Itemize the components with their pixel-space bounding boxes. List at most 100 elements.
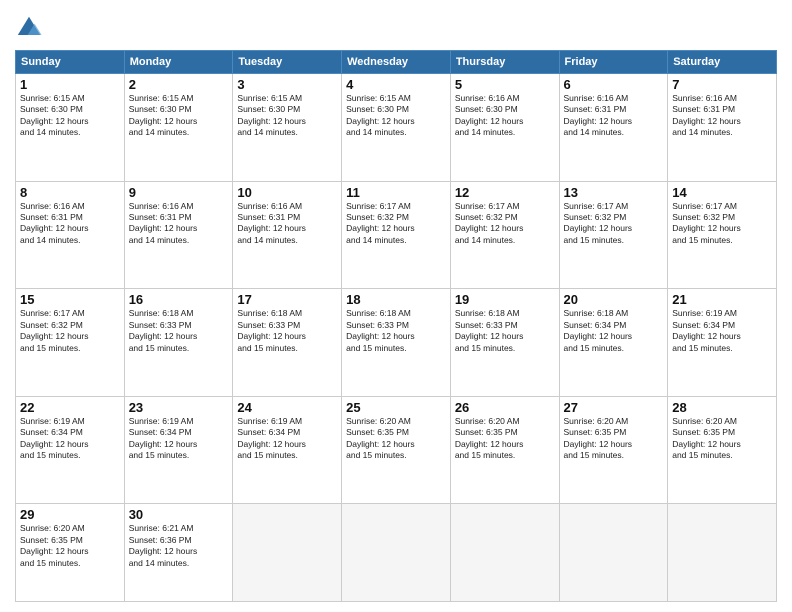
day-number: 27 (564, 400, 664, 415)
weekday-header-thursday: Thursday (450, 51, 559, 74)
day-number: 20 (564, 292, 664, 307)
calendar-cell: 2Sunrise: 6:15 AM Sunset: 6:30 PM Daylig… (124, 74, 233, 182)
calendar-cell: 23Sunrise: 6:19 AM Sunset: 6:34 PM Dayli… (124, 396, 233, 504)
day-info: Sunrise: 6:19 AM Sunset: 6:34 PM Dayligh… (129, 416, 229, 462)
day-info: Sunrise: 6:17 AM Sunset: 6:32 PM Dayligh… (564, 201, 664, 247)
day-info: Sunrise: 6:20 AM Sunset: 6:35 PM Dayligh… (346, 416, 446, 462)
day-info: Sunrise: 6:17 AM Sunset: 6:32 PM Dayligh… (20, 308, 120, 354)
day-number: 21 (672, 292, 772, 307)
day-info: Sunrise: 6:20 AM Sunset: 6:35 PM Dayligh… (20, 523, 120, 569)
calendar-cell: 10Sunrise: 6:16 AM Sunset: 6:31 PM Dayli… (233, 181, 342, 289)
day-number: 14 (672, 185, 772, 200)
calendar-cell (450, 504, 559, 602)
weekday-header-saturday: Saturday (668, 51, 777, 74)
calendar-cell: 4Sunrise: 6:15 AM Sunset: 6:30 PM Daylig… (342, 74, 451, 182)
day-number: 8 (20, 185, 120, 200)
day-info: Sunrise: 6:15 AM Sunset: 6:30 PM Dayligh… (129, 93, 229, 139)
day-number: 22 (20, 400, 120, 415)
calendar-cell: 19Sunrise: 6:18 AM Sunset: 6:33 PM Dayli… (450, 289, 559, 397)
weekday-header-row: SundayMondayTuesdayWednesdayThursdayFrid… (16, 51, 777, 74)
day-info: Sunrise: 6:15 AM Sunset: 6:30 PM Dayligh… (237, 93, 337, 139)
day-number: 10 (237, 185, 337, 200)
calendar-cell: 13Sunrise: 6:17 AM Sunset: 6:32 PM Dayli… (559, 181, 668, 289)
day-number: 2 (129, 77, 229, 92)
day-info: Sunrise: 6:15 AM Sunset: 6:30 PM Dayligh… (346, 93, 446, 139)
day-info: Sunrise: 6:17 AM Sunset: 6:32 PM Dayligh… (346, 201, 446, 247)
day-number: 16 (129, 292, 229, 307)
calendar-cell: 28Sunrise: 6:20 AM Sunset: 6:35 PM Dayli… (668, 396, 777, 504)
calendar-cell: 1Sunrise: 6:15 AM Sunset: 6:30 PM Daylig… (16, 74, 125, 182)
weekday-header-wednesday: Wednesday (342, 51, 451, 74)
weekday-header-tuesday: Tuesday (233, 51, 342, 74)
day-info: Sunrise: 6:16 AM Sunset: 6:31 PM Dayligh… (564, 93, 664, 139)
day-info: Sunrise: 6:18 AM Sunset: 6:33 PM Dayligh… (129, 308, 229, 354)
calendar-cell: 20Sunrise: 6:18 AM Sunset: 6:34 PM Dayli… (559, 289, 668, 397)
day-info: Sunrise: 6:16 AM Sunset: 6:31 PM Dayligh… (129, 201, 229, 247)
calendar-cell (668, 504, 777, 602)
day-number: 7 (672, 77, 772, 92)
calendar-cell: 16Sunrise: 6:18 AM Sunset: 6:33 PM Dayli… (124, 289, 233, 397)
calendar-cell: 18Sunrise: 6:18 AM Sunset: 6:33 PM Dayli… (342, 289, 451, 397)
day-info: Sunrise: 6:18 AM Sunset: 6:33 PM Dayligh… (455, 308, 555, 354)
calendar-cell: 26Sunrise: 6:20 AM Sunset: 6:35 PM Dayli… (450, 396, 559, 504)
calendar-cell: 22Sunrise: 6:19 AM Sunset: 6:34 PM Dayli… (16, 396, 125, 504)
calendar-cell: 21Sunrise: 6:19 AM Sunset: 6:34 PM Dayli… (668, 289, 777, 397)
calendar-cell: 27Sunrise: 6:20 AM Sunset: 6:35 PM Dayli… (559, 396, 668, 504)
day-number: 18 (346, 292, 446, 307)
calendar-cell: 17Sunrise: 6:18 AM Sunset: 6:33 PM Dayli… (233, 289, 342, 397)
day-info: Sunrise: 6:18 AM Sunset: 6:33 PM Dayligh… (346, 308, 446, 354)
calendar-week-4: 22Sunrise: 6:19 AM Sunset: 6:34 PM Dayli… (16, 396, 777, 504)
day-number: 25 (346, 400, 446, 415)
calendar-cell: 7Sunrise: 6:16 AM Sunset: 6:31 PM Daylig… (668, 74, 777, 182)
calendar-table: SundayMondayTuesdayWednesdayThursdayFrid… (15, 50, 777, 602)
day-info: Sunrise: 6:18 AM Sunset: 6:34 PM Dayligh… (564, 308, 664, 354)
day-info: Sunrise: 6:16 AM Sunset: 6:31 PM Dayligh… (20, 201, 120, 247)
calendar-cell: 6Sunrise: 6:16 AM Sunset: 6:31 PM Daylig… (559, 74, 668, 182)
calendar-cell: 29Sunrise: 6:20 AM Sunset: 6:35 PM Dayli… (16, 504, 125, 602)
calendar-week-2: 8Sunrise: 6:16 AM Sunset: 6:31 PM Daylig… (16, 181, 777, 289)
day-number: 5 (455, 77, 555, 92)
calendar-week-1: 1Sunrise: 6:15 AM Sunset: 6:30 PM Daylig… (16, 74, 777, 182)
calendar-cell: 9Sunrise: 6:16 AM Sunset: 6:31 PM Daylig… (124, 181, 233, 289)
calendar-cell: 8Sunrise: 6:16 AM Sunset: 6:31 PM Daylig… (16, 181, 125, 289)
day-number: 12 (455, 185, 555, 200)
calendar-cell: 11Sunrise: 6:17 AM Sunset: 6:32 PM Dayli… (342, 181, 451, 289)
day-info: Sunrise: 6:16 AM Sunset: 6:30 PM Dayligh… (455, 93, 555, 139)
calendar-week-3: 15Sunrise: 6:17 AM Sunset: 6:32 PM Dayli… (16, 289, 777, 397)
day-number: 9 (129, 185, 229, 200)
header (15, 10, 777, 42)
calendar-cell: 5Sunrise: 6:16 AM Sunset: 6:30 PM Daylig… (450, 74, 559, 182)
day-info: Sunrise: 6:20 AM Sunset: 6:35 PM Dayligh… (672, 416, 772, 462)
day-info: Sunrise: 6:17 AM Sunset: 6:32 PM Dayligh… (455, 201, 555, 247)
calendar-cell (559, 504, 668, 602)
calendar-cell: 3Sunrise: 6:15 AM Sunset: 6:30 PM Daylig… (233, 74, 342, 182)
page: SundayMondayTuesdayWednesdayThursdayFrid… (0, 0, 792, 612)
day-info: Sunrise: 6:16 AM Sunset: 6:31 PM Dayligh… (672, 93, 772, 139)
day-number: 13 (564, 185, 664, 200)
day-info: Sunrise: 6:19 AM Sunset: 6:34 PM Dayligh… (237, 416, 337, 462)
weekday-header-monday: Monday (124, 51, 233, 74)
day-number: 17 (237, 292, 337, 307)
day-info: Sunrise: 6:15 AM Sunset: 6:30 PM Dayligh… (20, 93, 120, 139)
day-info: Sunrise: 6:18 AM Sunset: 6:33 PM Dayligh… (237, 308, 337, 354)
calendar-cell: 12Sunrise: 6:17 AM Sunset: 6:32 PM Dayli… (450, 181, 559, 289)
calendar-cell: 15Sunrise: 6:17 AM Sunset: 6:32 PM Dayli… (16, 289, 125, 397)
day-info: Sunrise: 6:19 AM Sunset: 6:34 PM Dayligh… (672, 308, 772, 354)
weekday-header-friday: Friday (559, 51, 668, 74)
day-number: 15 (20, 292, 120, 307)
day-info: Sunrise: 6:19 AM Sunset: 6:34 PM Dayligh… (20, 416, 120, 462)
day-info: Sunrise: 6:17 AM Sunset: 6:32 PM Dayligh… (672, 201, 772, 247)
calendar-cell: 30Sunrise: 6:21 AM Sunset: 6:36 PM Dayli… (124, 504, 233, 602)
day-info: Sunrise: 6:20 AM Sunset: 6:35 PM Dayligh… (455, 416, 555, 462)
calendar-cell (342, 504, 451, 602)
day-number: 30 (129, 507, 229, 522)
day-number: 3 (237, 77, 337, 92)
weekday-header-sunday: Sunday (16, 51, 125, 74)
calendar-cell: 14Sunrise: 6:17 AM Sunset: 6:32 PM Dayli… (668, 181, 777, 289)
calendar-cell: 24Sunrise: 6:19 AM Sunset: 6:34 PM Dayli… (233, 396, 342, 504)
day-number: 28 (672, 400, 772, 415)
calendar-cell (233, 504, 342, 602)
day-number: 11 (346, 185, 446, 200)
day-number: 26 (455, 400, 555, 415)
calendar-week-5: 29Sunrise: 6:20 AM Sunset: 6:35 PM Dayli… (16, 504, 777, 602)
